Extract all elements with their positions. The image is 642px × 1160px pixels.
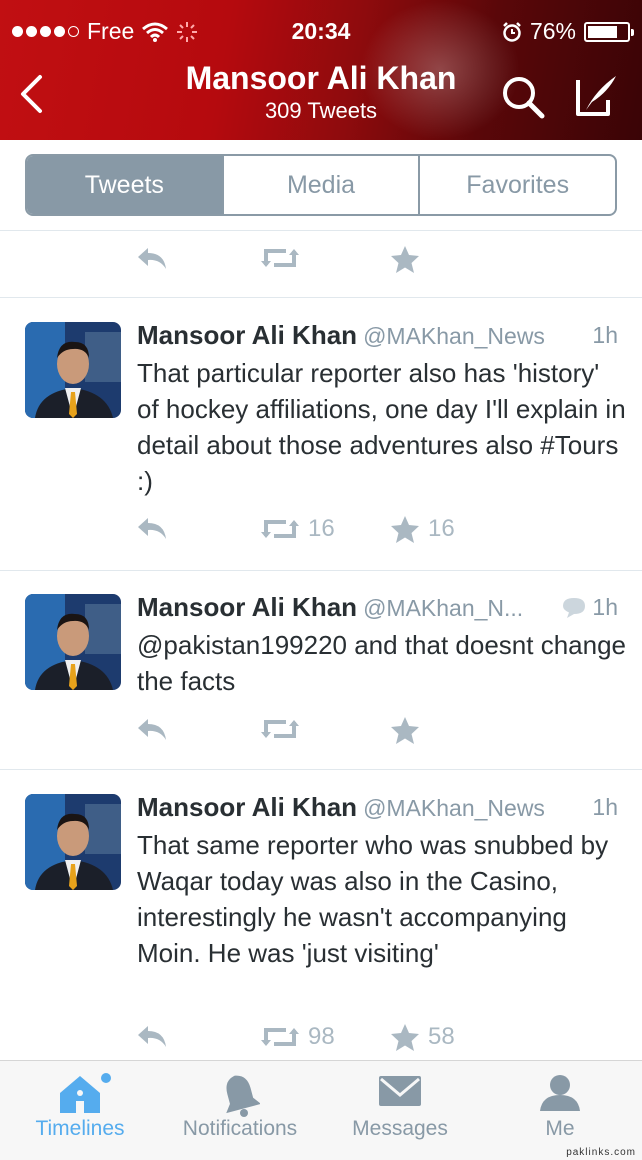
tab-bar: Timelines Notifications Messages Me pakl… <box>0 1060 642 1160</box>
tweet-item[interactable]: Mansoor Ali Khan @MAKhan_News 1h That par… <box>0 320 642 570</box>
retweet-button[interactable]: 16 <box>260 515 335 543</box>
battery-icon <box>584 21 634 42</box>
avatar[interactable] <box>25 322 121 418</box>
tweet-author-handle[interactable]: @MAKhan_News <box>363 795 545 821</box>
retweet-button[interactable] <box>260 716 308 742</box>
retweet-icon <box>261 720 299 738</box>
tab-messages[interactable]: Messages <box>320 1061 480 1160</box>
retweet-icon <box>261 520 299 538</box>
star-icon <box>391 717 419 744</box>
favorite-button[interactable] <box>390 245 420 273</box>
retweet-button[interactable] <box>260 245 300 271</box>
envelope-icon <box>379 1076 421 1106</box>
alarm-icon <box>503 21 521 42</box>
search-icon <box>503 77 545 119</box>
divider <box>0 769 642 770</box>
tab-media[interactable]: Media <box>221 156 419 214</box>
reply-button[interactable] <box>136 515 168 541</box>
tab-notifications[interactable]: Notifications <box>160 1061 320 1160</box>
tweet-actions <box>136 716 556 746</box>
tweet-header: Mansoor Ali Khan @MAKhan_N... 1h <box>137 592 618 622</box>
tab-label: Notifications <box>182 1117 298 1140</box>
reply-icon <box>138 248 166 269</box>
retweet-icon <box>261 1028 299 1046</box>
tweet-author-name[interactable]: Mansoor Ali Khan <box>137 792 357 822</box>
profile-header: Free 20:34 76% Mansoor Ali Khan 309 Twee… <box>0 0 642 140</box>
favorite-count: 58 <box>428 1023 455 1050</box>
tab-me[interactable]: Me <box>480 1061 640 1160</box>
tab-tweets[interactable]: Tweets <box>27 156 222 214</box>
retweet-button[interactable]: 98 <box>260 1023 335 1051</box>
tab-favorites[interactable]: Favorites <box>418 156 615 214</box>
compose-icon <box>576 76 616 116</box>
divider <box>0 297 642 298</box>
star-icon <box>391 246 419 273</box>
battery-percent: 76% <box>529 18 576 44</box>
profile-segmented-control: Tweets Media Favorites <box>25 154 617 216</box>
retweet-count: 16 <box>308 515 335 542</box>
tweet-author-handle[interactable]: @MAKhan_N... <box>363 595 523 621</box>
tweet-timestamp: 1h <box>592 794 618 820</box>
tweet-header: Mansoor Ali Khan @MAKhan_News 1h <box>137 792 618 822</box>
retweet-icon <box>261 249 299 267</box>
conversation-icon <box>563 597 586 618</box>
tweet-text: That particular reporter also has 'histo… <box>137 358 626 496</box>
tab-label: Messages <box>352 1117 448 1140</box>
tweet-item[interactable]: Mansoor Ali Khan @MAKhan_N... 1h @pakista… <box>0 592 642 768</box>
reply-icon <box>138 1026 166 1047</box>
tweet-header: Mansoor Ali Khan @MAKhan_News 1h <box>137 320 618 350</box>
avatar[interactable] <box>25 794 121 890</box>
tab-timelines[interactable]: Timelines <box>0 1061 160 1160</box>
tweet-author-name[interactable]: Mansoor Ali Khan <box>137 592 357 622</box>
retweet-count: 98 <box>308 1023 335 1050</box>
tab-label: Timelines <box>35 1117 125 1140</box>
tweet-timestamp: 1h <box>592 594 618 620</box>
tweet-item[interactable]: Mansoor Ali Khan @MAKhan_News 1h That sam… <box>0 792 642 1060</box>
reply-button[interactable] <box>136 716 168 742</box>
reply-icon <box>138 518 166 539</box>
reply-button[interactable] <box>136 245 168 271</box>
tweet-text: @pakistan199220 and that doesnt change t… <box>137 630 626 696</box>
favorite-button[interactable] <box>390 716 428 744</box>
tweet-actions: 98 58 <box>136 1023 556 1053</box>
reply-button[interactable] <box>136 1023 168 1049</box>
tweet-author-handle[interactable]: @MAKhan_News <box>363 323 545 349</box>
favorite-count: 16 <box>428 515 455 542</box>
star-icon <box>391 1024 419 1051</box>
star-icon <box>391 516 419 543</box>
tweet-actions <box>136 245 556 275</box>
compose-button[interactable] <box>574 72 620 123</box>
avatar[interactable] <box>25 594 121 690</box>
bell-icon <box>226 1075 260 1117</box>
tweet-timestamp: 1h <box>592 322 618 348</box>
tab-label: Me <box>545 1117 575 1140</box>
divider <box>0 570 642 571</box>
watermark: paklinks.com <box>566 1147 636 1158</box>
person-icon <box>540 1075 580 1111</box>
divider <box>0 230 642 231</box>
search-button[interactable] <box>500 74 546 125</box>
reply-icon <box>138 719 166 740</box>
home-icon <box>60 1073 111 1113</box>
favorite-button[interactable]: 16 <box>390 515 455 543</box>
favorite-button[interactable]: 58 <box>390 1023 455 1051</box>
tweet-author-name[interactable]: Mansoor Ali Khan <box>137 320 357 350</box>
tweet-text: That same reporter who was snubbed by Wa… <box>137 830 609 968</box>
tweet-actions: 16 16 <box>136 515 556 545</box>
status-bar: Free 20:34 76% <box>0 18 642 48</box>
